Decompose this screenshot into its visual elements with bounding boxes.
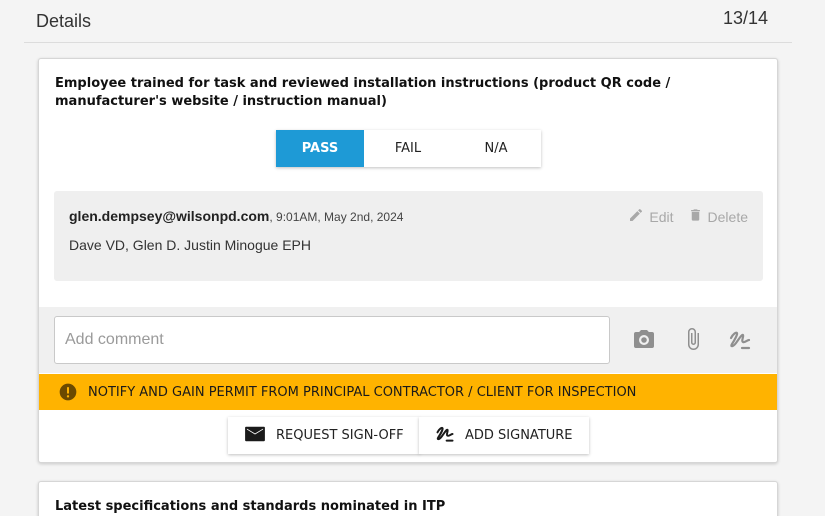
next-inspection-item-card: Latest specifications and standards nomi…: [38, 481, 778, 516]
item-question: Employee trained for task and reviewed i…: [55, 76, 671, 109]
option-na[interactable]: N/A: [452, 130, 540, 167]
paperclip-icon[interactable]: [681, 325, 705, 358]
warning-text: NOTIFY AND GAIN PERMIT FROM PRINCIPAL CO…: [88, 384, 637, 400]
result-selector: PASS FAIL N/A: [276, 130, 541, 167]
comment-body: Dave VD, Glen D. Justin Minogue EPH: [69, 237, 311, 253]
request-signoff-label: REQUEST SIGN-OFF: [276, 428, 404, 443]
warning-banner: NOTIFY AND GAIN PERMIT FROM PRINCIPAL CO…: [39, 374, 777, 410]
signature-icon: [435, 424, 455, 448]
option-pass[interactable]: PASS: [276, 130, 364, 167]
add-signature-label: ADD SIGNATURE: [465, 428, 573, 443]
comment-author: glen.dempsey@wilsonpd.com, 9:01AM, May 2…: [69, 208, 403, 224]
exclamation-icon: [58, 382, 78, 402]
comment-actions: Edit Delete: [628, 207, 748, 226]
comment-timestamp: , 9:01AM, May 2nd, 2024: [269, 210, 404, 224]
delete-label: Delete: [707, 208, 748, 225]
signature-icon[interactable]: [728, 328, 752, 357]
option-fail[interactable]: FAIL: [364, 130, 452, 167]
item-counter: 13/14: [722, 8, 768, 28]
edit-label: Edit: [649, 208, 674, 225]
edit-comment-button[interactable]: Edit: [628, 207, 674, 226]
mail-icon: [244, 425, 266, 447]
add-signature-button[interactable]: ADD SIGNATURE: [419, 417, 589, 454]
inspection-item-card: Employee trained for task and reviewed i…: [38, 58, 778, 463]
add-comment-input[interactable]: [54, 316, 610, 364]
pencil-icon: [628, 207, 644, 226]
comment-entry: glen.dempsey@wilsonpd.com, 9:01AM, May 2…: [54, 191, 763, 281]
details-header: Details 13/14: [24, 0, 792, 43]
next-item-question: Latest specifications and standards nomi…: [55, 499, 446, 514]
page-title: Details: [36, 11, 92, 31]
camera-icon[interactable]: [631, 327, 657, 356]
trash-icon: [688, 207, 703, 226]
request-signoff-button[interactable]: REQUEST SIGN-OFF: [228, 417, 420, 454]
comment-author-email: glen.dempsey@wilsonpd.com: [69, 208, 270, 224]
add-comment-row: [39, 307, 777, 373]
delete-comment-button[interactable]: Delete: [688, 207, 748, 226]
